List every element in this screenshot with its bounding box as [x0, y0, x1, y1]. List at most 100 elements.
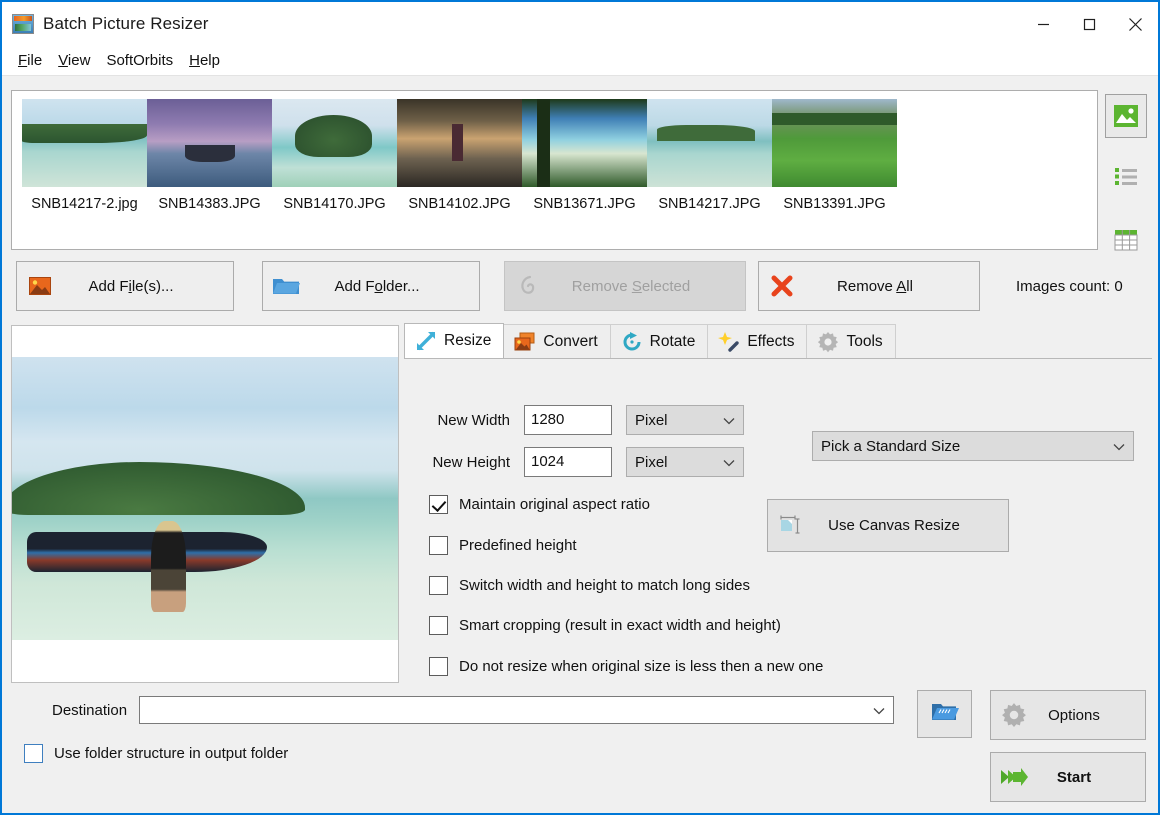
gear-icon: [991, 702, 1037, 728]
menu-help[interactable]: Help: [181, 50, 228, 71]
browse-destination-button[interactable]: [917, 690, 972, 738]
checkbox-do-not-resize-smaller[interactable]: Do not resize when original size is less…: [429, 657, 823, 676]
menu-file-accel: F: [18, 52, 27, 69]
thumbnail-item[interactable]: SNB13671.JPG: [522, 99, 647, 212]
menu-softorbits[interactable]: SoftOrbits: [98, 50, 181, 71]
standard-size-select[interactable]: Pick a Standard Size: [812, 431, 1134, 461]
chevron-down-icon: [1113, 438, 1125, 455]
checkbox-predefined-height[interactable]: Predefined height: [429, 536, 577, 555]
maximize-button[interactable]: [1066, 1, 1112, 47]
menu-view[interactable]: View: [50, 50, 98, 71]
thumbnail-item[interactable]: SNB14217-2.jpg: [22, 99, 147, 212]
thumbnail-list: SNB14217-2.jpg SNB14383.JPG SNB14170.JPG…: [12, 91, 1097, 212]
thumbnail-label: SNB13391.JPG: [783, 196, 885, 212]
destination-label: Destination: [52, 702, 127, 719]
list-view-button[interactable]: [1105, 154, 1147, 198]
menu-view-accel: V: [58, 52, 68, 69]
tab-tools[interactable]: Tools: [806, 324, 895, 358]
new-width-input[interactable]: 1280: [524, 405, 612, 435]
resize-tab-panel: New Width 1280 Pixel New Height 1024 Pix…: [404, 359, 1152, 679]
options-button[interactable]: Options: [990, 690, 1146, 740]
image-preview-pane: [11, 325, 399, 683]
checkbox-label: Switch width and height to match long si…: [459, 577, 750, 594]
window-title: Batch Picture Resizer: [43, 14, 209, 34]
menu-file[interactable]: File: [10, 50, 50, 71]
tab-resize[interactable]: Resize: [404, 323, 504, 358]
checkbox-switch-width-height[interactable]: Switch width and height to match long si…: [429, 576, 750, 595]
thumbnail-strip[interactable]: SNB14217-2.jpg SNB14383.JPG SNB14170.JPG…: [11, 90, 1098, 250]
checkbox-box[interactable]: [429, 616, 448, 635]
checkbox-maintain-aspect-ratio[interactable]: Maintain original aspect ratio: [429, 495, 650, 514]
tab-convert-label: Convert: [543, 333, 597, 351]
app-logo-icon: [12, 14, 34, 34]
remove-all-button[interactable]: Remove All: [758, 261, 980, 311]
checkbox-box[interactable]: [24, 744, 43, 763]
thumbnail-item[interactable]: SNB13391.JPG: [772, 99, 897, 212]
resize-arrows-icon: [415, 330, 437, 352]
checkbox-label: Do not resize when original size is less…: [459, 658, 823, 675]
add-files-button[interactable]: Add File(s)...: [16, 261, 234, 311]
thumbnail-label: SNB13671.JPG: [533, 196, 635, 212]
menu-file-label: ile: [27, 52, 42, 69]
remove-selected-label: Remove Selected: [551, 278, 745, 295]
thumbnail-label: SNB14102.JPG: [408, 196, 510, 212]
destination-input[interactable]: [139, 696, 894, 724]
grid-view-icon: [1113, 228, 1139, 252]
checkbox-label: Use folder structure in output folder: [54, 745, 288, 762]
checkbox-label: Smart cropping (result in exact width an…: [459, 617, 781, 634]
thumbnail-item[interactable]: SNB14383.JPG: [147, 99, 272, 212]
menu-help-accel: H: [189, 52, 200, 69]
thumbnail-label: SNB14217-2.jpg: [31, 196, 137, 212]
checkbox-box[interactable]: [429, 495, 448, 514]
new-height-input[interactable]: 1024: [524, 447, 612, 477]
tab-effects-label: Effects: [747, 333, 794, 351]
title-bar: Batch Picture Resizer: [2, 0, 1158, 46]
use-canvas-resize-button[interactable]: Use Canvas Resize: [767, 499, 1009, 552]
minimize-button[interactable]: [1020, 1, 1066, 47]
use-canvas-resize-label: Use Canvas Resize: [814, 517, 1008, 534]
canvas-resize-icon: [768, 514, 814, 538]
tab-rotate[interactable]: Rotate: [610, 324, 709, 358]
tab-effects[interactable]: Effects: [707, 324, 807, 358]
chevron-down-icon: [873, 702, 885, 719]
remove-selected-button[interactable]: Remove Selected: [504, 261, 746, 311]
chevron-down-icon: [723, 454, 735, 471]
tab-strip: Resize Convert: [404, 325, 1152, 359]
add-files-label: Add File(s)...: [63, 278, 233, 295]
thumbnail-image: [272, 99, 397, 187]
checkbox-smart-cropping[interactable]: Smart cropping (result in exact width an…: [429, 616, 781, 635]
new-width-unit-select[interactable]: Pixel: [626, 405, 744, 435]
list-view-icon: [1113, 165, 1139, 187]
add-folder-label: Add Folder...: [309, 278, 479, 295]
new-width-unit-value: Pixel: [635, 412, 715, 429]
thumbnail-item[interactable]: SNB14217.JPG: [647, 99, 772, 212]
start-button[interactable]: Start: [990, 752, 1146, 802]
magic-wand-icon: [718, 331, 740, 353]
image-file-icon: [17, 277, 63, 295]
images-count-label: Images count: 0: [1016, 278, 1123, 295]
thumbnail-view-button[interactable]: [1105, 94, 1147, 138]
new-width-row: New Width 1280 Pixel: [404, 405, 744, 435]
checkbox-use-folder-structure[interactable]: Use folder structure in output folder: [24, 744, 288, 763]
close-button[interactable]: [1112, 1, 1158, 47]
thumbnail-image: [772, 99, 897, 187]
checkbox-box[interactable]: [429, 657, 448, 676]
options-label: Options: [1037, 707, 1145, 724]
grid-view-button[interactable]: [1105, 218, 1147, 262]
tab-convert[interactable]: Convert: [503, 324, 610, 358]
preview-image: [12, 357, 398, 640]
application-window: Batch Picture Resizer File View SoftOrbi…: [0, 0, 1160, 815]
checkbox-label: Predefined height: [459, 537, 577, 554]
settings-tabs: Resize Convert: [404, 325, 1152, 679]
new-height-unit-select[interactable]: Pixel: [626, 447, 744, 477]
checkbox-box[interactable]: [429, 576, 448, 595]
checkbox-box[interactable]: [429, 536, 448, 555]
thumbnail-image: [22, 99, 147, 187]
thumbnail-image: [522, 99, 647, 187]
folder-icon: [263, 276, 309, 296]
thumbnail-item[interactable]: SNB14102.JPG: [397, 99, 522, 212]
thumbnail-item[interactable]: SNB14170.JPG: [272, 99, 397, 212]
add-folder-button[interactable]: Add Folder...: [262, 261, 480, 311]
window-controls: [1020, 1, 1158, 47]
file-actions-toolbar: Add File(s)... Add Folder... Remove Sele…: [16, 261, 1123, 311]
